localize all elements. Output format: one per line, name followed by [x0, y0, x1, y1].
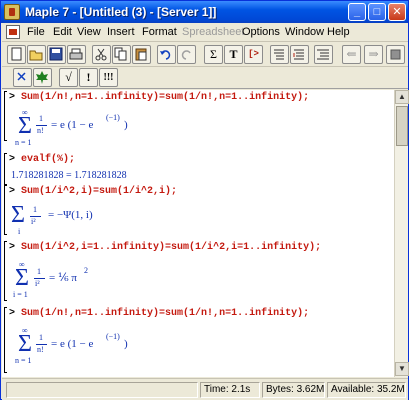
- collapse-section-icon[interactable]: [270, 45, 289, 64]
- scroll-thumb[interactable]: [396, 106, 408, 146]
- prompt-marker: >: [9, 308, 16, 319]
- main-toolbar: Σ T [> ⇐ ⇒: [2, 43, 408, 67]
- undo-icon[interactable]: [157, 45, 176, 64]
- menu-edit[interactable]: Edit: [53, 26, 72, 38]
- scroll-down-arrow-icon[interactable]: ▼: [395, 362, 409, 376]
- sigma-symbol: Σ: [18, 331, 32, 357]
- math-mode-icon[interactable]: [13, 68, 32, 87]
- sum-icon[interactable]: Σ: [204, 45, 223, 64]
- input-line-1[interactable]: > Sum(1/n!,n=1..infinity)=sum(1/n!,n=1..…: [9, 92, 309, 103]
- sum-lower-limit: n = 1: [15, 356, 32, 365]
- input-line-2[interactable]: > evalf(%);: [9, 154, 75, 165]
- menu-format[interactable]: Format: [142, 26, 177, 38]
- fraction-numerator: 1: [39, 114, 43, 123]
- worksheet[interactable]: > Sum(1/n!,n=1..infinity)=sum(1/n!,n=1..…: [2, 90, 394, 377]
- new-file-icon[interactable]: [7, 45, 26, 64]
- close-button[interactable]: ✕: [388, 3, 406, 21]
- output-exponent-4: 2: [84, 266, 88, 275]
- insert-prompt-icon[interactable]: [>: [244, 45, 263, 64]
- title-bar[interactable]: Maple 7 - [Untitled (3) - [Server 1]] _ …: [1, 1, 408, 23]
- input-text-1[interactable]: Sum(1/n!,n=1..infinity)=sum(1/n!,n=1..in…: [21, 92, 309, 103]
- save-icon[interactable]: [47, 45, 66, 64]
- text-mode-icon[interactable]: T: [224, 45, 243, 64]
- back-arrow-icon[interactable]: ⇐: [342, 45, 361, 64]
- output-exponent-5: (−1): [106, 332, 120, 341]
- fraction-denominator: n!: [37, 345, 44, 354]
- execution-group-bracket[interactable]: [4, 91, 7, 141]
- status-message: [6, 382, 198, 398]
- sum-lower-limit: i: [18, 227, 21, 236]
- execute-icon[interactable]: !: [79, 68, 98, 87]
- input-text-5[interactable]: Sum(1/n!,n=1..infinity)=sum(1/n!,n=1..in…: [21, 308, 309, 319]
- menu-insert[interactable]: Insert: [107, 26, 135, 38]
- redo-icon[interactable]: [177, 45, 196, 64]
- scroll-up-arrow-icon[interactable]: ▲: [395, 90, 409, 104]
- copy-icon[interactable]: [112, 45, 131, 64]
- input-line-3[interactable]: > Sum(1/i^2,i)=sum(1/i^2,i);: [9, 186, 177, 197]
- sum-lower-limit: i = 1: [13, 290, 28, 299]
- open-folder-icon[interactable]: [27, 45, 46, 64]
- status-bytes: Bytes: 3.62M: [262, 382, 325, 398]
- document-icon[interactable]: [6, 25, 20, 39]
- sigma-symbol: Σ: [15, 265, 29, 291]
- fraction-denominator: i²: [35, 279, 40, 288]
- prompt-marker: >: [9, 92, 16, 103]
- fraction-numerator: 1: [37, 267, 41, 276]
- paste-icon[interactable]: [132, 45, 151, 64]
- menu-bar: File Edit View Insert Format Spreadsheet…: [2, 23, 408, 42]
- fraction-numerator: 1: [33, 205, 37, 214]
- sqrt-format-icon[interactable]: √: [59, 68, 78, 87]
- status-bar: Time: 2.1s Bytes: 3.62M Available: 35.2M: [2, 378, 408, 400]
- prompt-marker: >: [9, 186, 16, 197]
- print-icon[interactable]: [67, 45, 86, 64]
- vertical-scrollbar[interactable]: ▲ ▼: [394, 90, 409, 377]
- output-close-5: ): [124, 338, 128, 350]
- status-available: Available: 35.2M: [327, 382, 406, 398]
- maximize-button[interactable]: □: [368, 3, 386, 21]
- input-line-4[interactable]: > Sum(1/i^2,i=1..infinity)=sum(1/i^2,i=1…: [9, 242, 321, 253]
- input-text-3[interactable]: Sum(1/i^2,i)=sum(1/i^2,i);: [21, 186, 177, 197]
- output-rhs-4: = ⅙ π: [49, 272, 77, 284]
- execution-group-bracket[interactable]: [4, 307, 7, 373]
- output-rhs-3: = −Ψ(1, i): [48, 209, 93, 221]
- forward-arrow-icon[interactable]: ⇒: [364, 45, 383, 64]
- menu-options[interactable]: Options: [242, 26, 280, 38]
- indent-icon[interactable]: [314, 45, 333, 64]
- fraction-denominator: i²: [31, 217, 36, 226]
- sigma-symbol: Σ: [11, 202, 25, 228]
- output-rhs-5: = e (1 − e: [51, 338, 94, 350]
- output-rhs-1: = e (1 − e: [51, 119, 94, 131]
- status-time: Time: 2.1s: [200, 382, 260, 398]
- stop-icon[interactable]: [386, 45, 405, 64]
- menu-window[interactable]: Window: [285, 26, 324, 38]
- execution-group-bracket[interactable]: [4, 241, 7, 301]
- sigma-symbol: Σ: [18, 113, 32, 139]
- output-line-2: 1.718281828 = 1.718281828: [11, 170, 127, 181]
- context-toolbar: √ ! !!!: [2, 67, 408, 89]
- execution-group-bracket[interactable]: [4, 185, 7, 235]
- input-text-4[interactable]: Sum(1/i^2,i=1..infinity)=sum(1/i^2,i=1..…: [21, 242, 321, 253]
- expand-section-icon[interactable]: [290, 45, 309, 64]
- fraction-numerator: 1: [39, 333, 43, 342]
- execution-group-bracket[interactable]: [4, 153, 7, 185]
- maple-app-icon[interactable]: [4, 4, 20, 20]
- input-line-5[interactable]: > Sum(1/n!,n=1..infinity)=sum(1/n!,n=1..…: [9, 308, 309, 319]
- maple-leaf-icon[interactable]: [33, 68, 52, 87]
- prompt-marker: >: [9, 242, 16, 253]
- minimize-button[interactable]: _: [348, 3, 366, 21]
- maple-window: Maple 7 - [Untitled (3) - [Server 1]] _ …: [0, 0, 409, 400]
- menu-help[interactable]: Help: [327, 26, 350, 38]
- menu-spreadsheet[interactable]: Spreadsheet: [182, 26, 244, 38]
- cut-icon[interactable]: [92, 45, 111, 64]
- fraction-denominator: n!: [37, 126, 44, 135]
- window-title: Maple 7 - [Untitled (3) - [Server 1]]: [25, 5, 217, 19]
- output-close-1: ): [124, 119, 128, 131]
- menu-file[interactable]: File: [27, 26, 45, 38]
- sum-lower-limit: n = 1: [15, 138, 32, 147]
- menu-view[interactable]: View: [77, 26, 101, 38]
- execute-all-icon[interactable]: !!!: [99, 68, 118, 87]
- output-exponent-1: (−1): [106, 113, 120, 122]
- prompt-marker: >: [9, 154, 16, 165]
- input-text-2[interactable]: evalf(%);: [21, 154, 75, 165]
